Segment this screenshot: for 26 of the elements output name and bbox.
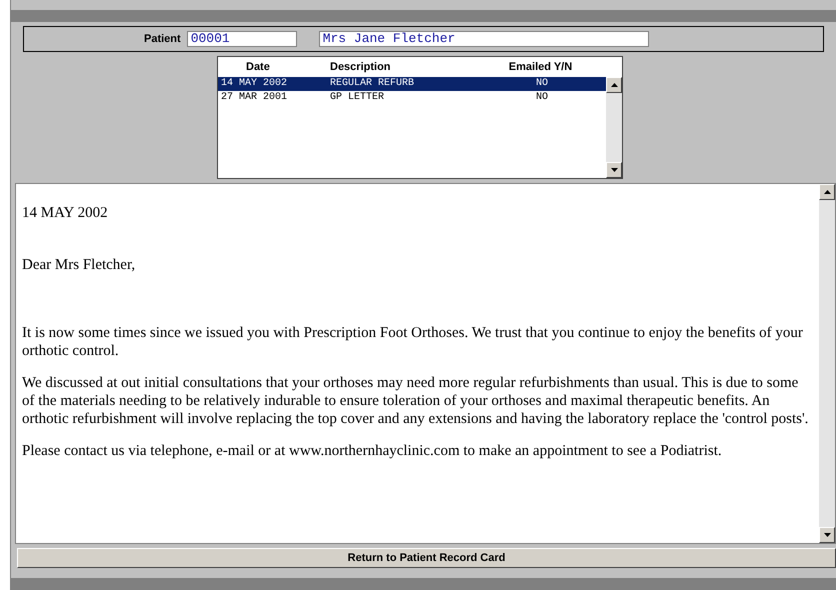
column-header: Date <box>245 60 271 73</box>
letter-row[interactable]: 27 MAR 2001 GP LETTER NO <box>218 90 606 105</box>
column-header: Description <box>329 60 392 73</box>
scrollbar[interactable] <box>606 76 622 178</box>
scroll-down-icon[interactable] <box>610 168 618 172</box>
emailed-cell-text: NO <box>534 92 549 104</box>
patient-number-field[interactable]: 00001 <box>186 30 297 47</box>
return-button[interactable]: Return to Patient Record Card <box>17 548 836 568</box>
patient-name-field[interactable]: Mrs Jane Fletcher <box>318 30 649 47</box>
scrollbar[interactable] <box>819 184 835 544</box>
scroll-down-icon[interactable] <box>824 533 830 538</box>
letter-paragraph: Dear Mrs Fletcher, <box>22 256 136 274</box>
letter-row[interactable]: 14 MAY 2002 REGULAR REFURB NO <box>218 76 606 91</box>
letter-paragraph: It is now some times since we issued you with Prescription Foot Orthoses. We trust that you continue to enjoy the benefits of your orthotic control. <box>22 324 804 360</box>
scroll-up-icon[interactable] <box>824 190 830 194</box>
date-cell-text: 27 MAR 2001 <box>220 92 288 104</box>
emailed-cell-text: NO <box>534 78 549 90</box>
letter-paragraph: We discussed at out initial consultations that your orthoses may need more regular refurbishments than usual. This is due to some of the materials needing to be relatively indurable to ensure toleration of your orthoses and maximal therapeutic benefits. An orthotic refurbishment will involve replacing the top cover and any extensions and having the laboratory replace the 'control posts'. <box>22 374 810 428</box>
date-cell-text: 14 MAY 2002 <box>220 78 288 90</box>
patient-label: Patient <box>144 32 181 45</box>
column-header: Emailed Y/N <box>508 60 574 73</box>
letter-paragraph: 14 MAY 2002 <box>22 204 109 222</box>
description-cell-text: GP LETTER <box>329 92 386 104</box>
description-cell-text: REGULAR REFURB <box>329 78 416 90</box>
scroll-up-icon[interactable] <box>610 82 618 87</box>
letter-paragraph: Please contact us via telephone, e-mail or at www.northernhayclinic.com to make an appointment to see a Podiatrist. <box>22 442 723 460</box>
